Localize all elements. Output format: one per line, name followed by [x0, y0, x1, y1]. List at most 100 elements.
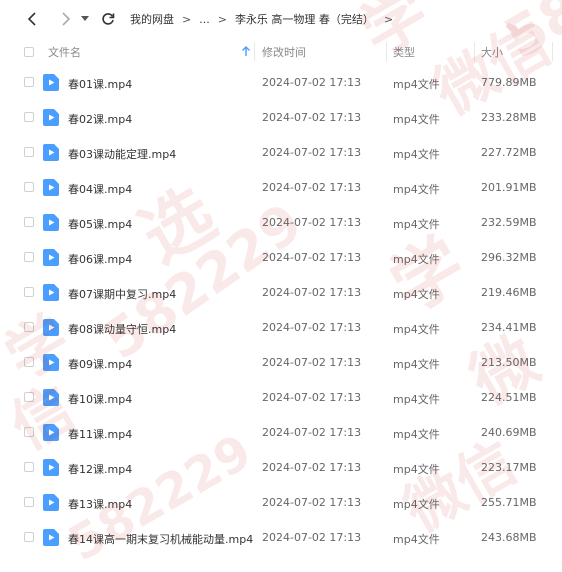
row-checkbox[interactable] — [24, 497, 34, 507]
file-modified-time: 2024-07-02 17:13 — [262, 461, 362, 474]
file-row[interactable]: 春06课.mp4 2024-07-02 17:13 mp4文件 296.32MB — [0, 240, 562, 275]
column-header: 文件名 修改时间 类型 大小 — [0, 38, 562, 65]
file-list: 春01课.mp4 2024-07-02 17:13 mp4文件 779.89MB 春02… — [0, 65, 562, 555]
file-size: 243.68MB — [481, 531, 537, 544]
file-row[interactable]: 春07课期中复习.mp4 2024-07-02 17:13 mp4文件 219.46M… — [0, 275, 562, 310]
file-name[interactable]: 春01课.mp4 — [68, 76, 132, 92]
file-row[interactable]: 春03课动能定理.mp4 2024-07-02 17:13 mp4文件 227.72M… — [0, 135, 562, 170]
row-checkbox[interactable] — [24, 532, 34, 542]
file-modified-time: 2024-07-02 17:13 — [262, 286, 362, 299]
column-type-header[interactable]: 类型 — [393, 44, 415, 60]
breadcrumb-separator: > — [182, 12, 192, 26]
row-checkbox[interactable] — [24, 357, 34, 367]
select-all-checkbox[interactable] — [24, 46, 36, 57]
file-row[interactable]: 春09课.mp4 2024-07-02 17:13 mp4文件 213.50MB — [0, 345, 562, 380]
row-checkbox[interactable] — [24, 462, 34, 472]
video-file-icon — [43, 214, 59, 231]
breadcrumb-current[interactable]: 李永乐 高一物理 春（完结） — [235, 11, 374, 27]
file-row[interactable]: 春12课.mp4 2024-07-02 17:13 mp4文件 223.17MB — [0, 450, 562, 485]
breadcrumb-root[interactable]: 我的网盘 — [130, 11, 174, 27]
column-divider[interactable] — [254, 42, 255, 61]
video-file-icon — [43, 249, 59, 266]
video-file-icon — [43, 459, 59, 476]
file-name[interactable]: 春11课.mp4 — [68, 426, 132, 442]
file-name[interactable]: 春04课.mp4 — [68, 181, 132, 197]
column-modified-header[interactable]: 修改时间 — [262, 44, 306, 60]
file-type: mp4文件 — [393, 288, 440, 301]
file-name[interactable]: 春10课.mp4 — [68, 391, 132, 407]
file-name[interactable]: 春14课高一期末复习机械能动量.mp4 — [68, 531, 253, 547]
row-checkbox[interactable] — [24, 392, 34, 402]
file-type: mp4文件 — [393, 183, 440, 196]
file-modified-time: 2024-07-02 17:13 — [262, 181, 362, 194]
row-checkbox[interactable] — [24, 77, 34, 87]
video-file-icon — [43, 74, 59, 91]
column-name-header[interactable]: 文件名 — [48, 44, 81, 60]
file-row[interactable]: 春08课动量守恒.mp4 2024-07-02 17:13 mp4文件 234.41M… — [0, 310, 562, 345]
file-name[interactable]: 春03课动能定理.mp4 — [68, 146, 176, 162]
file-type: mp4文件 — [393, 78, 440, 91]
row-checkbox[interactable] — [24, 217, 34, 227]
breadcrumb-expand-button[interactable]: > — [384, 13, 393, 26]
chevron-left-icon — [27, 12, 36, 26]
file-name[interactable]: 春06课.mp4 — [68, 251, 132, 267]
file-type: mp4文件 — [393, 218, 440, 231]
row-checkbox[interactable] — [24, 287, 34, 297]
row-checkbox[interactable] — [24, 147, 34, 157]
file-row[interactable]: 春13课.mp4 2024-07-02 17:13 mp4文件 255.71MB — [0, 485, 562, 520]
row-checkbox[interactable] — [24, 322, 34, 332]
file-row[interactable]: 春11课.mp4 2024-07-02 17:13 mp4文件 240.69MB — [0, 415, 562, 450]
file-modified-time: 2024-07-02 17:13 — [262, 216, 362, 229]
file-name[interactable]: 春07课期中复习.mp4 — [68, 286, 176, 302]
toolbar: 我的网盘 > ... > 李永乐 高一物理 春（完结） > — [0, 0, 562, 38]
row-checkbox[interactable] — [24, 112, 34, 122]
back-button[interactable] — [20, 7, 44, 31]
file-type: mp4文件 — [393, 253, 440, 266]
file-size: 234.41MB — [481, 321, 537, 334]
file-size: 232.59MB — [481, 216, 537, 229]
file-modified-time: 2024-07-02 17:13 — [262, 251, 362, 264]
video-file-icon — [43, 284, 59, 301]
file-modified-time: 2024-07-02 17:13 — [262, 111, 362, 124]
file-name[interactable]: 春02课.mp4 — [68, 111, 132, 127]
file-size: 219.46MB — [481, 286, 537, 299]
file-name[interactable]: 春05课.mp4 — [68, 216, 132, 232]
breadcrumb: 我的网盘 > ... > 李永乐 高一物理 春（完结） > — [130, 11, 401, 27]
file-type: mp4文件 — [393, 463, 440, 476]
sort-up-icon[interactable] — [240, 45, 252, 57]
file-name[interactable]: 春08课动量守恒.mp4 — [68, 321, 176, 337]
column-divider[interactable] — [386, 42, 387, 61]
column-divider[interactable] — [474, 42, 475, 61]
file-name[interactable]: 春12课.mp4 — [68, 461, 132, 477]
file-size: 201.91MB — [481, 181, 537, 194]
file-row[interactable]: 春01课.mp4 2024-07-02 17:13 mp4文件 779.89MB — [0, 65, 562, 100]
file-name[interactable]: 春13课.mp4 — [68, 496, 132, 512]
column-size-header[interactable]: 大小 — [481, 44, 503, 60]
file-modified-time: 2024-07-02 17:13 — [262, 356, 362, 369]
file-size: 296.32MB — [481, 251, 537, 264]
file-modified-time: 2024-07-02 17:13 — [262, 496, 362, 509]
file-modified-time: 2024-07-02 17:13 — [262, 531, 362, 544]
file-size: 227.72MB — [481, 146, 537, 159]
file-size: 233.28MB — [481, 111, 537, 124]
file-modified-time: 2024-07-02 17:13 — [262, 76, 362, 89]
file-row[interactable]: 春02课.mp4 2024-07-02 17:13 mp4文件 233.28MB — [0, 100, 562, 135]
row-checkbox[interactable] — [24, 252, 34, 262]
row-checkbox[interactable] — [24, 182, 34, 192]
history-dropdown-button[interactable] — [78, 7, 92, 31]
file-name[interactable]: 春09课.mp4 — [68, 356, 132, 372]
file-type: mp4文件 — [393, 323, 440, 336]
file-size: 255.71MB — [481, 496, 537, 509]
row-checkbox[interactable] — [24, 427, 34, 437]
checkbox[interactable] — [24, 46, 34, 57]
forward-button[interactable] — [54, 7, 78, 31]
breadcrumb-ellipsis[interactable]: ... — [199, 13, 210, 26]
file-row[interactable]: 春10课.mp4 2024-07-02 17:13 mp4文件 224.51MB — [0, 380, 562, 415]
refresh-button[interactable] — [96, 7, 120, 31]
column-divider[interactable] — [552, 42, 553, 61]
file-row[interactable]: 春04课.mp4 2024-07-02 17:13 mp4文件 201.91MB — [0, 170, 562, 205]
file-row[interactable]: 春05课.mp4 2024-07-02 17:13 mp4文件 232.59MB — [0, 205, 562, 240]
file-modified-time: 2024-07-02 17:13 — [262, 321, 362, 334]
file-size: 224.51MB — [481, 391, 537, 404]
file-size: 223.17MB — [481, 461, 537, 474]
